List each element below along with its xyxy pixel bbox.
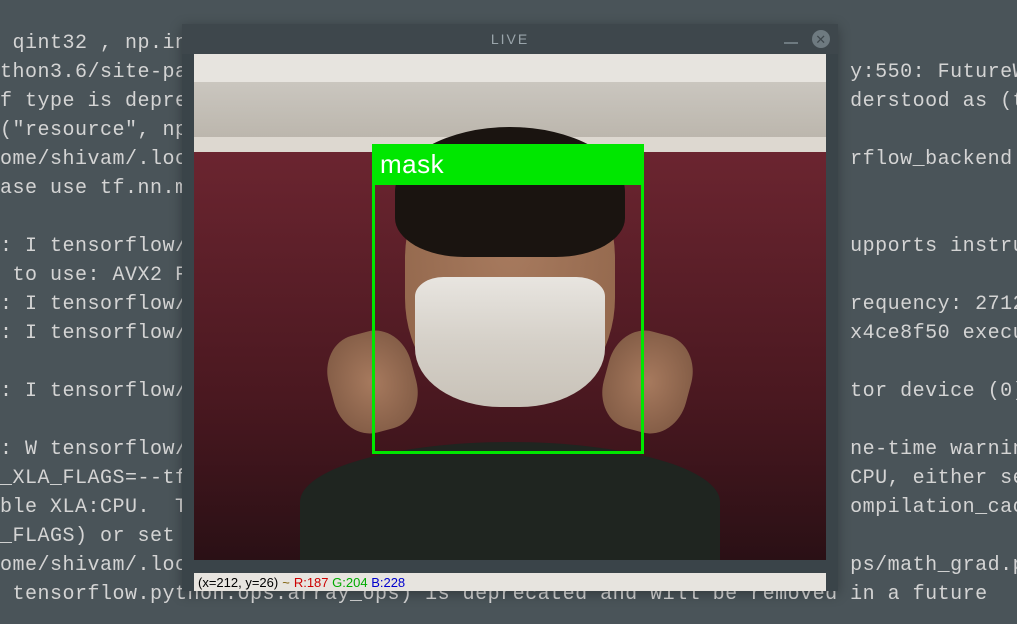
separator: ~ xyxy=(282,575,290,590)
pixel-g-value: G:204 xyxy=(332,575,367,590)
detection-label: mask xyxy=(380,149,444,180)
video-feed: mask xyxy=(194,82,826,560)
opencv-window[interactable]: LIVE ✕ mask (x=212, y=26) ~ R:187 G:204 … xyxy=(182,24,838,591)
close-icon[interactable]: ✕ xyxy=(812,30,830,48)
terminal-line: ase use tf.nn.ma xyxy=(0,177,200,200)
pixel-coords: (x=212, y=26) xyxy=(198,575,278,590)
terminal-line: ("resource", np. xyxy=(0,119,200,142)
status-bar: (x=212, y=26) ~ R:187 G:204 B:228 xyxy=(194,573,826,591)
pixel-r-value: R:187 xyxy=(294,575,329,590)
terminal-line: _FLAGS) or set t xyxy=(0,525,200,548)
window-controls: ✕ xyxy=(784,30,830,48)
window-titlebar[interactable]: LIVE ✕ xyxy=(182,24,838,54)
window-title: LIVE xyxy=(491,31,529,47)
terminal-line: to use: AVX2 FM xyxy=(0,264,200,287)
scene-shirt xyxy=(300,442,720,560)
detection-bbox xyxy=(372,182,644,454)
minimize-icon[interactable] xyxy=(784,42,798,44)
toolbar-spacer xyxy=(194,54,826,82)
pixel-b-value: B:228 xyxy=(371,575,405,590)
detection-label-box: mask xyxy=(372,144,644,184)
